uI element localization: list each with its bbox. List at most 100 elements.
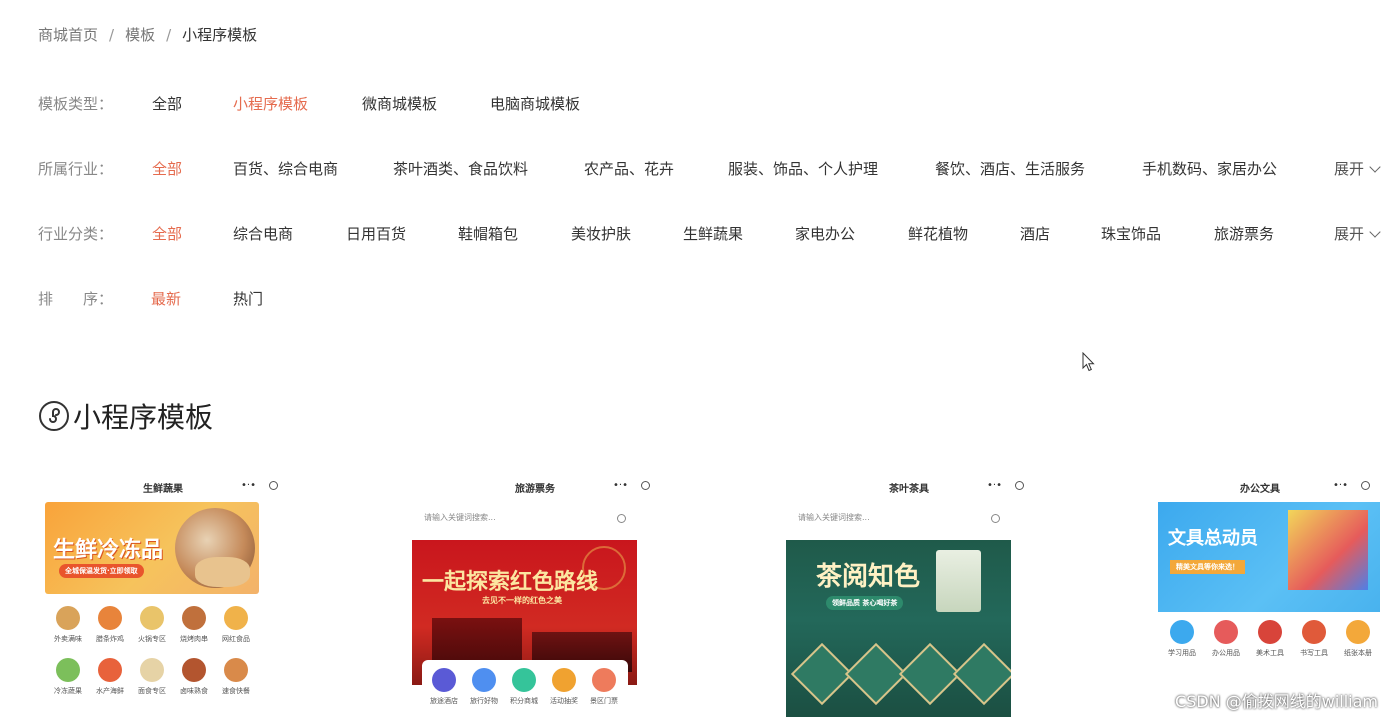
chevron-down-icon [1369, 226, 1381, 238]
category-label: 网红食品 [222, 635, 250, 643]
phone-header: 生鲜蔬果 •·• [38, 472, 288, 500]
category-item[interactable]: 腊条炸鸡 [90, 606, 130, 644]
quick-entry[interactable]: 积分商城 [504, 668, 544, 706]
category-item[interactable]: 速食快餐 [216, 658, 256, 696]
quick-entry[interactable]: 旅行好物 [464, 668, 504, 706]
category-label: 面食专区 [138, 687, 166, 695]
filter-label: 排 序： [38, 290, 114, 308]
phone-header: 办公文具 •·• [1140, 472, 1380, 500]
filter-option[interactable]: 农产品、花卉 [584, 158, 674, 179]
category-label: 美术工具 [1256, 649, 1284, 657]
category-label: 水产海鲜 [96, 687, 124, 695]
category-item[interactable]: 烧烤肉串 [174, 606, 214, 644]
filter-label: 行业分类： [38, 225, 114, 243]
quick-entry-label: 景区门票 [590, 697, 618, 705]
miniprogram-icon [39, 401, 69, 431]
filter-option[interactable]: 珠宝饰品 [1101, 223, 1161, 244]
category-item[interactable]: 纸张本册 [1338, 620, 1378, 658]
filter-option[interactable]: 鞋帽箱包 [458, 223, 518, 244]
category-item[interactable]: 卤味熟食 [174, 658, 214, 696]
category-item[interactable]: 学习用品 [1162, 620, 1202, 658]
filter-option[interactable]: 服装、饰品、个人护理 [728, 158, 878, 179]
template-card[interactable]: 办公文具 •·• 文具总动员 精美文具等你来选！ 学习用品 办公用品 美术工具 … [1140, 472, 1380, 717]
banner-headline: 茶阅知色 [816, 562, 921, 592]
quick-entry-label: 旅行好物 [470, 697, 498, 705]
phone-header: 旅游票务 •·• [410, 472, 660, 500]
filter-option[interactable]: 生鲜蔬果 [683, 223, 743, 244]
sort-option-popular[interactable]: 热门 [233, 288, 263, 309]
quick-entry-label: 积分商城 [510, 697, 538, 705]
breadcrumb-templates-link[interactable]: 模板 [125, 26, 155, 44]
category-label: 卤味熟食 [180, 687, 208, 695]
category-label: 办公用品 [1212, 649, 1240, 657]
filter-option[interactable]: 鲜花植物 [908, 223, 968, 244]
quick-entry-label: 活动抽奖 [550, 697, 578, 705]
category-item[interactable]: 网红食品 [216, 606, 256, 644]
search-input[interactable]: 请输入关键词搜索... [798, 512, 1008, 530]
filter-option[interactable]: 美妆护肤 [571, 223, 631, 244]
search-icon [617, 514, 626, 523]
product-tile [952, 642, 1011, 706]
watermark: CSDN @偷拨网线的william [1175, 692, 1378, 711]
category-item[interactable]: 美术工具 [1250, 620, 1290, 658]
category-item[interactable]: 冷冻蔬果 [48, 658, 88, 696]
chevron-down-icon [1369, 161, 1381, 173]
filter-option[interactable]: 手机数码、家居办公 [1142, 158, 1277, 179]
search-placeholder: 请输入关键词搜索... [798, 513, 870, 522]
category-label: 外卖满味 [54, 635, 82, 643]
expand-toggle[interactable]: 展开 [1334, 223, 1381, 244]
quick-entry[interactable]: 旅途酒店 [424, 668, 464, 706]
filter-label: 所属行业： [38, 160, 114, 178]
product-tile [790, 642, 854, 706]
quick-entry[interactable]: 景区门票 [584, 668, 624, 706]
more-icon: •·• [1333, 480, 1348, 491]
phone-header: 茶叶茶具 •·• [784, 472, 1034, 500]
filter-option-miniprogram[interactable]: 小程序模板 [233, 93, 308, 114]
banner-image[interactable]: 生鲜冷冻品 全城保温发货·立即领取 [45, 502, 259, 594]
filter-option[interactable]: 综合电商 [233, 223, 293, 244]
category-item[interactable]: 书写工具 [1294, 620, 1334, 658]
expand-toggle[interactable]: 展开 [1334, 158, 1381, 179]
filter-option[interactable]: 旅游票务 [1214, 223, 1274, 244]
filter-option-wechat-mall[interactable]: 微商城模板 [362, 93, 437, 114]
section-title: 小程序模板 [38, 396, 213, 436]
filter-option-pc-mall[interactable]: 电脑商城模板 [490, 93, 580, 114]
more-icon: •·• [241, 480, 256, 491]
template-card[interactable]: 旅游票务 •·• 请输入关键词搜索... 一起探索红色路线 去见不一样的红色之美… [410, 472, 660, 717]
banner-image[interactable]: 茶阅知色 领鲜品质 茶心喝好茶 [786, 540, 1011, 717]
category-item[interactable]: 火锅专区 [132, 606, 172, 644]
mouse-cursor-icon [1082, 352, 1095, 372]
template-card[interactable]: 生鲜蔬果 •·• 生鲜冷冻品 全城保温发货·立即领取 外卖满味 腊条炸鸡 火锅专… [38, 472, 288, 717]
filter-option[interactable]: 百货、综合电商 [233, 158, 338, 179]
food-image [195, 557, 250, 587]
filter-option[interactable]: 茶叶酒类、食品饮料 [393, 158, 528, 179]
category-item[interactable]: 办公用品 [1206, 620, 1246, 658]
filter-option[interactable]: 酒店 [1020, 223, 1050, 244]
category-label: 火锅专区 [138, 635, 166, 643]
quick-entry[interactable]: 活动抽奖 [544, 668, 584, 706]
category-label: 烧烤肉串 [180, 635, 208, 643]
quick-entry-panel: 旅途酒店 旅行好物 积分商城 活动抽奖 景区门票 [422, 660, 628, 717]
target-icon [1361, 481, 1370, 490]
filter-option[interactable]: 家电办公 [795, 223, 855, 244]
category-label: 速食快餐 [222, 687, 250, 695]
filter-option[interactable]: 餐饮、酒店、生活服务 [935, 158, 1085, 179]
banner-image[interactable]: 文具总动员 精美文具等你来选！ [1158, 502, 1380, 612]
filter-option-all[interactable]: 全部 [152, 158, 182, 179]
tea-package-image [936, 550, 981, 612]
filter-option-all[interactable]: 全部 [152, 93, 182, 114]
filter-option[interactable]: 日用百货 [346, 223, 406, 244]
category-item[interactable]: 水产海鲜 [90, 658, 130, 696]
category-item[interactable]: 外卖满味 [48, 606, 88, 644]
section-title-text: 小程序模板 [73, 401, 214, 434]
expand-label: 展开 [1334, 225, 1365, 243]
filter-option-all[interactable]: 全部 [152, 223, 182, 244]
category-label: 学习用品 [1168, 649, 1196, 657]
category-item[interactable]: 面食专区 [132, 658, 172, 696]
quick-entry-label: 旅途酒店 [430, 697, 458, 705]
sort-option-newest[interactable]: 最新 [151, 288, 181, 309]
search-input[interactable]: 请输入关键词搜索... [424, 512, 634, 530]
template-card[interactable]: 茶叶茶具 •·• 请输入关键词搜索... 茶阅知色 领鲜品质 茶心喝好茶 [784, 472, 1034, 717]
banner-headline: 文具总动员 [1168, 528, 1258, 549]
breadcrumb-home-link[interactable]: 商城首页 [38, 26, 98, 44]
